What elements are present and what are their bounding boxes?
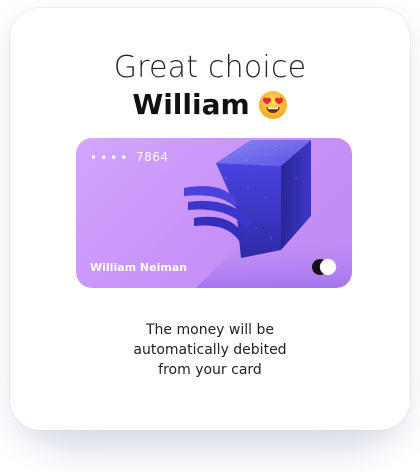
message-line: automatically debited (133, 342, 287, 358)
message-line: The money will be (146, 322, 274, 338)
card-last-digits: 7864 (136, 150, 169, 164)
user-first-name: William (132, 88, 250, 121)
card-brand-logo-icon (312, 258, 337, 276)
dialog-user-greeting: William (10, 88, 410, 121)
confirmation-dialog: Great choice William •••• 7864 William N… (10, 8, 410, 430)
heart-eyes-emoji-icon (258, 90, 288, 120)
message-line: from your card (158, 362, 262, 378)
dialog-title: Great choice (113, 50, 307, 85)
card-holder-name: William Neiman (90, 261, 188, 274)
card-masked-digits: •••• (90, 151, 131, 165)
payment-card[interactable]: •••• 7864 William Neiman (76, 138, 352, 288)
dialog-message: The money will be automatically debited … (10, 320, 410, 380)
